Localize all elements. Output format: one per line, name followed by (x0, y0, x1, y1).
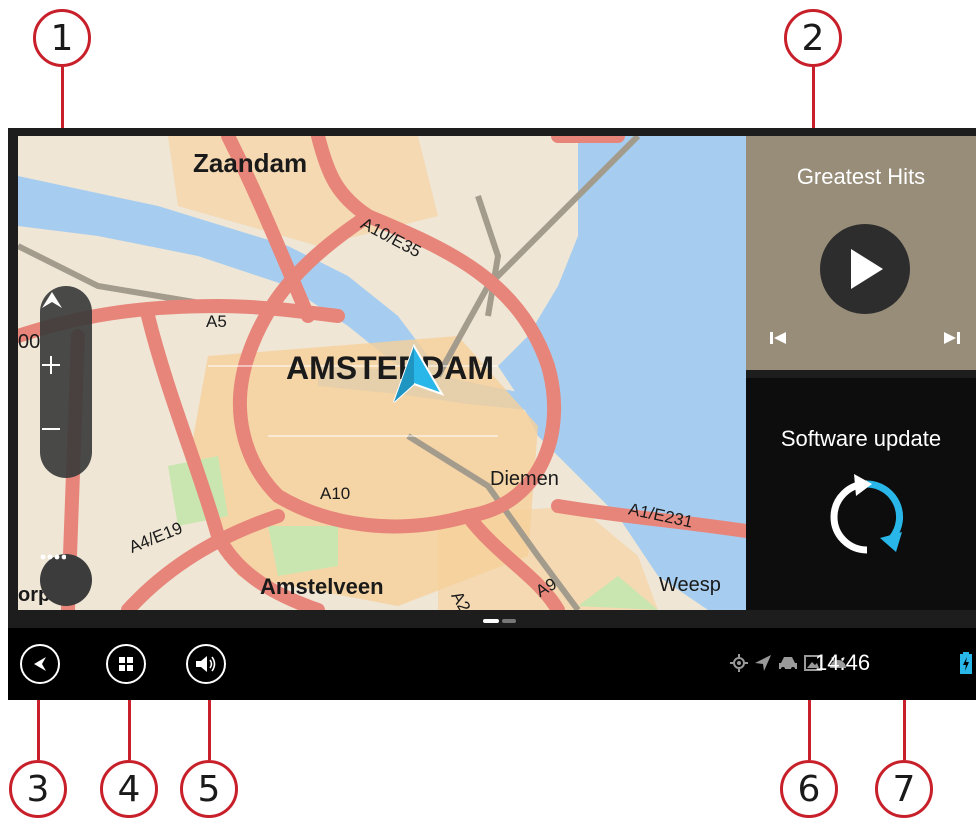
play-button[interactable] (820, 224, 910, 314)
city-label-diemen: Diemen (490, 468, 559, 490)
zoom-in-button[interactable] (40, 354, 92, 406)
road-label-a10: A10 (320, 484, 351, 503)
sync-icon (830, 474, 904, 554)
page-indicator-active (483, 619, 499, 623)
callout-3-leader (37, 690, 40, 760)
callout-6: 6 (780, 760, 838, 818)
current-position-arrow-icon (393, 344, 445, 403)
navigation-arrow-icon (755, 655, 771, 671)
back-button[interactable] (20, 644, 60, 684)
pan-up-icon (42, 292, 62, 308)
zoom-out-button[interactable] (40, 418, 92, 470)
callout-5-leader (208, 690, 211, 760)
callout-4: 4 (100, 760, 158, 818)
callout-5: 5 (180, 760, 238, 818)
map-zoom-controls (40, 286, 92, 478)
apps-grid-icon (119, 657, 133, 671)
music-widget[interactable]: Greatest Hits (746, 136, 976, 370)
car-icon (779, 657, 797, 671)
battery-icon (960, 652, 972, 674)
city-label-weesp: Weesp (659, 574, 721, 596)
minus-icon (42, 428, 60, 430)
volume-button[interactable] (186, 644, 226, 684)
city-label-partial-00: 00 (18, 331, 41, 353)
next-track-icon (944, 332, 960, 344)
software-update-widget[interactable]: Software update (746, 378, 976, 610)
callout-3: 3 (9, 760, 67, 818)
previous-track-icon (770, 332, 786, 344)
road-label-a5: A5 (206, 312, 227, 331)
software-update-title: Software update (780, 426, 942, 451)
callout-7: 7 (875, 760, 933, 818)
callout-2: 2 (784, 9, 842, 67)
next-track-button[interactable] (942, 328, 966, 352)
music-playlist-title: Greatest Hits (796, 164, 926, 189)
more-dots-icon (40, 554, 66, 560)
city-label-amstelveen: Amstelveen (260, 574, 384, 599)
callout-1: 1 (33, 9, 91, 67)
location-icon (730, 654, 748, 672)
previous-track-button[interactable] (768, 328, 792, 352)
pan-up-button[interactable] (40, 290, 92, 342)
system-bar: 14:46 (8, 628, 976, 700)
more-options-button[interactable] (40, 554, 92, 606)
map-view[interactable]: Zaandam AMSTERDAM Diemen Amstelveen Wees… (18, 136, 746, 610)
callout-4-leader (128, 690, 131, 760)
apps-button[interactable] (106, 644, 146, 684)
play-icon (851, 249, 883, 289)
city-label-zaandam: Zaandam (193, 148, 308, 178)
plus-icon (42, 356, 60, 374)
back-icon (34, 657, 46, 671)
volume-icon (196, 656, 216, 672)
device-screen: Zaandam AMSTERDAM Diemen Amstelveen Wees… (8, 128, 976, 700)
clock-time: 14:46 (815, 650, 871, 675)
page-indicator-inactive (502, 619, 516, 623)
